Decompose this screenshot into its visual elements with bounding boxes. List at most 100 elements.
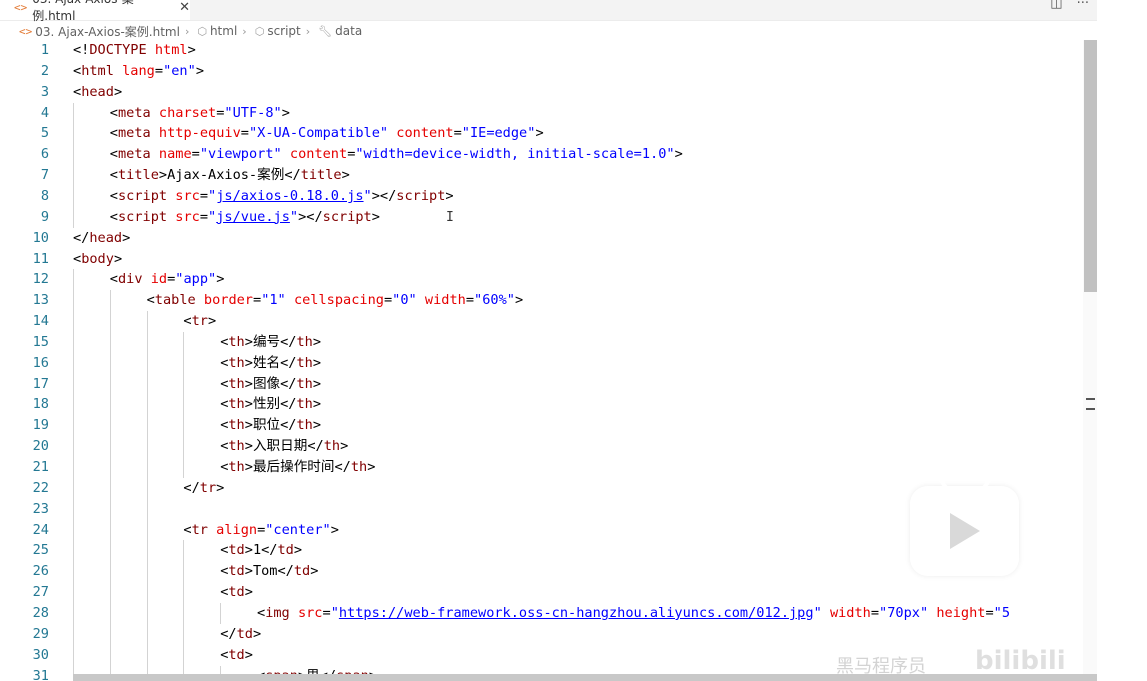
code-token: cellspacing (293, 292, 384, 309)
code-line[interactable]: 2 <html lang="en"> (0, 61, 1097, 82)
code-token: > (244, 375, 253, 392)
code-line[interactable]: 11 <body> (0, 249, 1097, 270)
indent-guide (73, 436, 74, 458)
code-token: 图像 (252, 375, 281, 392)
code-line[interactable]: 16 <th>姓名</th> (0, 352, 1097, 374)
code-line[interactable]: 21 <th>最后操作时间</th> (0, 457, 1097, 478)
code-token[interactable]: js/axios-0.18.0.js (216, 188, 363, 204)
breadcrumb-file[interactable]: <> 03. Ajax-Axios-案例.html (16, 23, 180, 40)
indent-guide (146, 519, 148, 541)
editor-tab[interactable]: <> 03. Ajax-Axios-案例.html ✕ (0, 0, 190, 23)
more-actions-icon[interactable]: ··· (1077, 0, 1089, 11)
code-token: border (203, 292, 253, 309)
code-token: http-equiv (158, 125, 241, 142)
code-token: td (277, 542, 294, 559)
code-line[interactable]: 14 <tr> (0, 311, 1097, 333)
code-token[interactable]: https://web-framework.oss-cn-hangzhou.al… (339, 605, 814, 621)
code-token: tr (191, 313, 208, 330)
split-editor-icon[interactable]: ◫ (1050, 0, 1062, 11)
code-line[interactable]: 12 <div id="app"> (0, 269, 1097, 291)
code-line[interactable]: 9 <script src="js/vue.js"></script> (0, 206, 1097, 228)
indent-guide (73, 269, 74, 291)
code-token: src (175, 187, 200, 204)
code-line[interactable]: 18 <th>性别</th> (0, 394, 1097, 416)
code-token: "X-UA-Compatible" (248, 125, 389, 142)
code-line[interactable]: 28 <img src="https://web-framework.oss-cn… (0, 602, 1097, 624)
vertical-scrollbar-thumb[interactable] (1084, 40, 1097, 292)
code-token: " (813, 604, 822, 621)
close-icon[interactable]: ✕ (179, 0, 190, 15)
code-token: " (289, 208, 299, 225)
code-line[interactable]: 20 <th>入职日期</th> (0, 436, 1097, 458)
breadcrumb-script[interactable]: ⬡ script (252, 24, 301, 38)
code-token[interactable]: js/vue.js (216, 209, 290, 225)
code-line[interactable]: 13 <table border="1" cellspacing="0" widt… (0, 290, 1097, 312)
code-line[interactable]: 29 </td> (0, 623, 1097, 645)
indent-guide (183, 352, 185, 374)
code-line[interactable]: 8 <script src="js/axios-0.18.0.js"></scri… (0, 185, 1097, 207)
indent-guide (183, 373, 185, 395)
line-number: 4 (40, 104, 49, 121)
code-text: <html lang="en"> (73, 61, 204, 82)
indent-guide (146, 415, 148, 437)
code-token: table (154, 292, 196, 309)
indent-guide (109, 498, 111, 520)
text-cursor-icon: I (446, 210, 454, 225)
code-text: <td> (220, 645, 253, 666)
code-line[interactable]: 10 </head> (0, 228, 1097, 249)
code-line[interactable]: 4 <meta charset="UTF-8"> (0, 102, 1097, 124)
code-text: </head> (73, 228, 130, 249)
code-token: "app" (175, 271, 217, 288)
code-token: = (453, 125, 462, 142)
code-token: "width=device-width, initial-scale=1.0" (355, 146, 675, 163)
code-text: <meta charset="UTF-8"> (110, 103, 290, 124)
code-token: src (175, 208, 200, 225)
code-line[interactable]: 5 <meta http-equiv="X-UA-Compatible" cont… (0, 123, 1097, 145)
indent-guide (73, 206, 74, 228)
code-token: = (191, 146, 200, 163)
code-line[interactable]: 27 <td> (0, 582, 1097, 604)
code-token: Ajax-Axios-案例 (167, 167, 285, 184)
code-line[interactable]: 17 <th>图像</th> (0, 373, 1097, 395)
indent-guide (183, 436, 185, 458)
code-token: = (985, 604, 994, 621)
code-token: th (296, 375, 313, 392)
code-token: > (244, 542, 253, 559)
wrench-icon: 🔧︎ (318, 24, 333, 38)
code-line[interactable]: 19 <th>职位</th> (0, 415, 1097, 437)
code-line[interactable]: 30 <td> (0, 644, 1097, 666)
code-text: <tr align="center"> (183, 520, 339, 541)
breadcrumb-html[interactable]: ⬡ html (194, 24, 237, 38)
indent-guide (109, 477, 111, 499)
code-token: > (216, 479, 225, 496)
code-token: < (73, 250, 82, 267)
indent-guide (73, 290, 74, 312)
code-token: > (310, 563, 319, 580)
code-line[interactable]: 7 <title>Ajax-Axios-案例</title> (0, 165, 1097, 187)
indent-guide (183, 540, 185, 562)
line-number: 1 (40, 42, 49, 58)
code-line[interactable]: 6 <meta name="viewport" content="width=de… (0, 144, 1097, 166)
line-number: 26 (32, 563, 49, 580)
code-line[interactable]: 1 <!DOCTYPE html> (0, 40, 1097, 61)
code-token: > (312, 375, 322, 392)
code-token: 职位 (252, 417, 281, 434)
code-line[interactable]: 15 <th>编号</th> (0, 331, 1097, 353)
line-number: 19 (32, 417, 49, 434)
code-token: < (109, 167, 118, 184)
code-token: < (109, 208, 118, 225)
code-text: <meta name="viewport" content="width=dev… (110, 144, 683, 165)
code-editor[interactable]: 1 <!DOCTYPE html> 2 <html lang="en"> 3 <head>… (0, 40, 1097, 681)
code-token: script (117, 187, 168, 204)
bilibili-tv-icon (910, 472, 1019, 576)
code-token: > (244, 584, 253, 601)
breadcrumb-data[interactable]: 🔧︎ data (315, 24, 362, 38)
code-line[interactable]: 3 <head> (0, 82, 1097, 103)
horizontal-scrollbar[interactable] (73, 674, 1097, 681)
code-token: < (183, 313, 192, 330)
code-token: = (199, 187, 209, 204)
line-number: 12 (32, 271, 49, 288)
code-token: "70px" (879, 604, 929, 621)
